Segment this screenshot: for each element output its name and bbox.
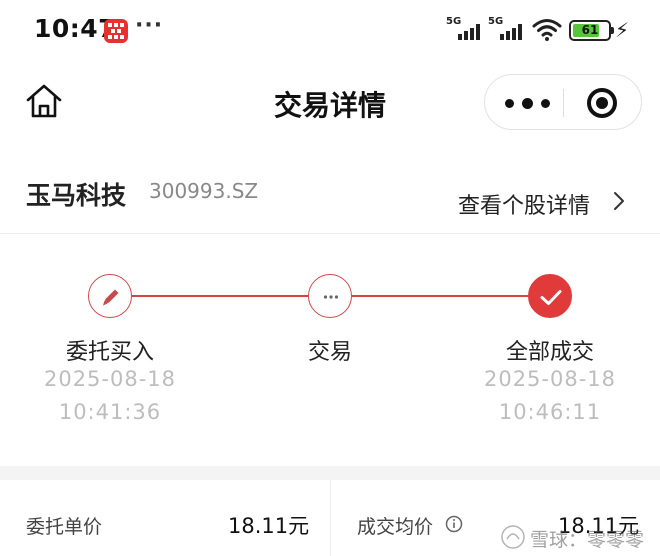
status-more-icon: ··· [135, 13, 164, 38]
step-label: 全部成交 [505, 340, 594, 365]
step-label: 交易 [307, 340, 352, 365]
section-gap [0, 466, 660, 480]
step-date: 2025-08-18 [43, 367, 177, 391]
pencil-icon [88, 274, 132, 318]
stock-name: 玉马科技 [26, 181, 127, 210]
chevron-right-icon[interactable] [612, 191, 626, 211]
watermark-text: 雪球：零零零 [530, 529, 645, 551]
target-close-icon[interactable] [587, 88, 617, 118]
step-time: 10:41:36 [58, 400, 162, 424]
step-label: 委托买入 [65, 340, 154, 365]
more-icon[interactable] [497, 75, 557, 131]
step-time: 10:46:11 [498, 400, 602, 424]
avg-price-label: 成交均价 [357, 516, 434, 538]
battery-icon: 61 [569, 20, 614, 41]
nav-bar: 交易详情 [0, 70, 660, 134]
snowball-logo-icon [501, 525, 525, 549]
check-icon [528, 274, 572, 318]
capsule-divider [563, 89, 564, 117]
wifi-icon [532, 19, 562, 41]
bolt-icon: ⚡ [615, 18, 630, 42]
status-bar: 10:47 ··· 5G 5G 61 ⚡ [0, 0, 660, 62]
trade-progress: 委托买入 2025-08-18 10:41:36 交易 全部成交 2025-08… [0, 234, 660, 470]
stock-header: 玉马科技 300993.SZ 查看个股详情 [0, 150, 660, 234]
progress-line [132, 295, 308, 297]
step-date: 2025-08-18 [483, 367, 617, 391]
info-divider [330, 480, 331, 556]
mini-program-capsule [484, 74, 642, 130]
order-price-label: 委托单价 [26, 516, 103, 538]
stock-detail-link[interactable]: 查看个股详情 [458, 188, 590, 220]
battery-level: 61 [581, 23, 599, 37]
progress-line [352, 295, 528, 297]
stock-code: 300993.SZ [149, 179, 259, 203]
info-icon[interactable] [445, 515, 463, 533]
order-price-value: 18.11元 [228, 514, 310, 538]
ellipsis-icon [308, 274, 352, 318]
app-notification-icon [104, 19, 128, 43]
